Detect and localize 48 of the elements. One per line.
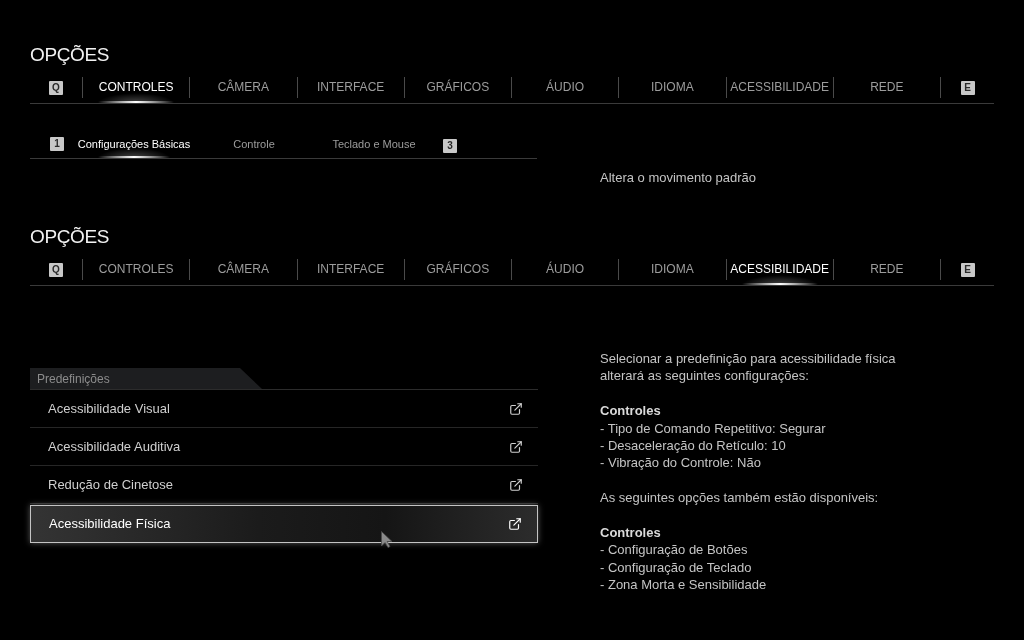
mouse-pointer-icon <box>381 531 393 548</box>
key-hint: 3 <box>443 139 457 153</box>
tab[interactable]: ACESSIBILIDADE <box>726 259 833 285</box>
preset-list-item[interactable]: Acessibilidade Física <box>30 505 538 543</box>
tab[interactable]: CONTROLES <box>83 259 190 285</box>
section-heading: Controles <box>600 524 661 542</box>
tab[interactable]: INTERFACE <box>297 259 404 285</box>
description-paragraph: As seguintes opções também estão disponíveis: <box>600 489 880 507</box>
key-hint: E <box>960 262 975 277</box>
key-hint: Q <box>49 262 63 277</box>
setting-list-item: - Configuração de Teclado <box>600 558 752 577</box>
tab[interactable]: REDE <box>833 259 940 285</box>
key-hint: E <box>960 80 975 95</box>
tab[interactable]: CÂMERA <box>190 77 297 103</box>
key-hint: 1 <box>50 137 64 151</box>
tab[interactable]: IDIOMA <box>619 259 726 285</box>
tab[interactable]: CÂMERA <box>190 259 297 285</box>
page-title: OPÇÕES <box>30 43 110 67</box>
external-link-icon <box>509 401 523 416</box>
setting-list-item: - Configuração de Botões <box>600 541 748 559</box>
section-heading: Controles <box>600 402 661 420</box>
setting-list-item: - Vibração do Controle: Não <box>600 454 761 472</box>
tab[interactable]: CONTROLES <box>83 77 190 103</box>
external-link-icon <box>509 439 523 454</box>
setting-description: Altera o movimento padrão <box>600 170 757 185</box>
tab[interactable]: ÁUDIO <box>512 77 619 103</box>
external-link-icon <box>509 477 523 492</box>
preset-list-item[interactable]: Acessibilidade Visual <box>30 390 538 428</box>
preset-list-item[interactable]: Redução de Cinetose <box>30 466 538 504</box>
page-title: OPÇÕES <box>30 225 110 249</box>
presets-section-header: Predefinições <box>30 368 262 389</box>
tab[interactable]: REDE <box>833 77 940 103</box>
setting-list-item: - Tipo de Comando Repetitivo: Segurar <box>600 419 826 437</box>
tab[interactable]: ÁUDIO <box>512 259 619 285</box>
tab[interactable]: GRÁFICOS <box>404 259 511 285</box>
tab[interactable]: IDIOMA <box>619 77 726 103</box>
setting-list-item: - Desaceleração do Retículo: 10 <box>600 437 786 455</box>
subtab[interactable]: Teclado e Mouse <box>314 130 434 158</box>
key-hint: Q <box>49 80 63 95</box>
tab[interactable]: GRÁFICOS <box>404 77 511 103</box>
tab[interactable]: ACESSIBILIDADE <box>726 77 833 103</box>
subtab[interactable]: Configurações Básicas <box>74 130 194 158</box>
description-paragraph: Selecionar a predefinição para acessibilidade física alterará as seguintes configurações: <box>600 350 897 385</box>
setting-list-item: - Zona Morta e Sensibilidade <box>600 576 767 594</box>
preset-list-item[interactable]: Acessibilidade Auditiva <box>30 428 538 466</box>
external-link-icon <box>508 517 522 531</box>
subtab[interactable]: Controle <box>194 130 314 158</box>
tab[interactable]: INTERFACE <box>297 77 404 103</box>
